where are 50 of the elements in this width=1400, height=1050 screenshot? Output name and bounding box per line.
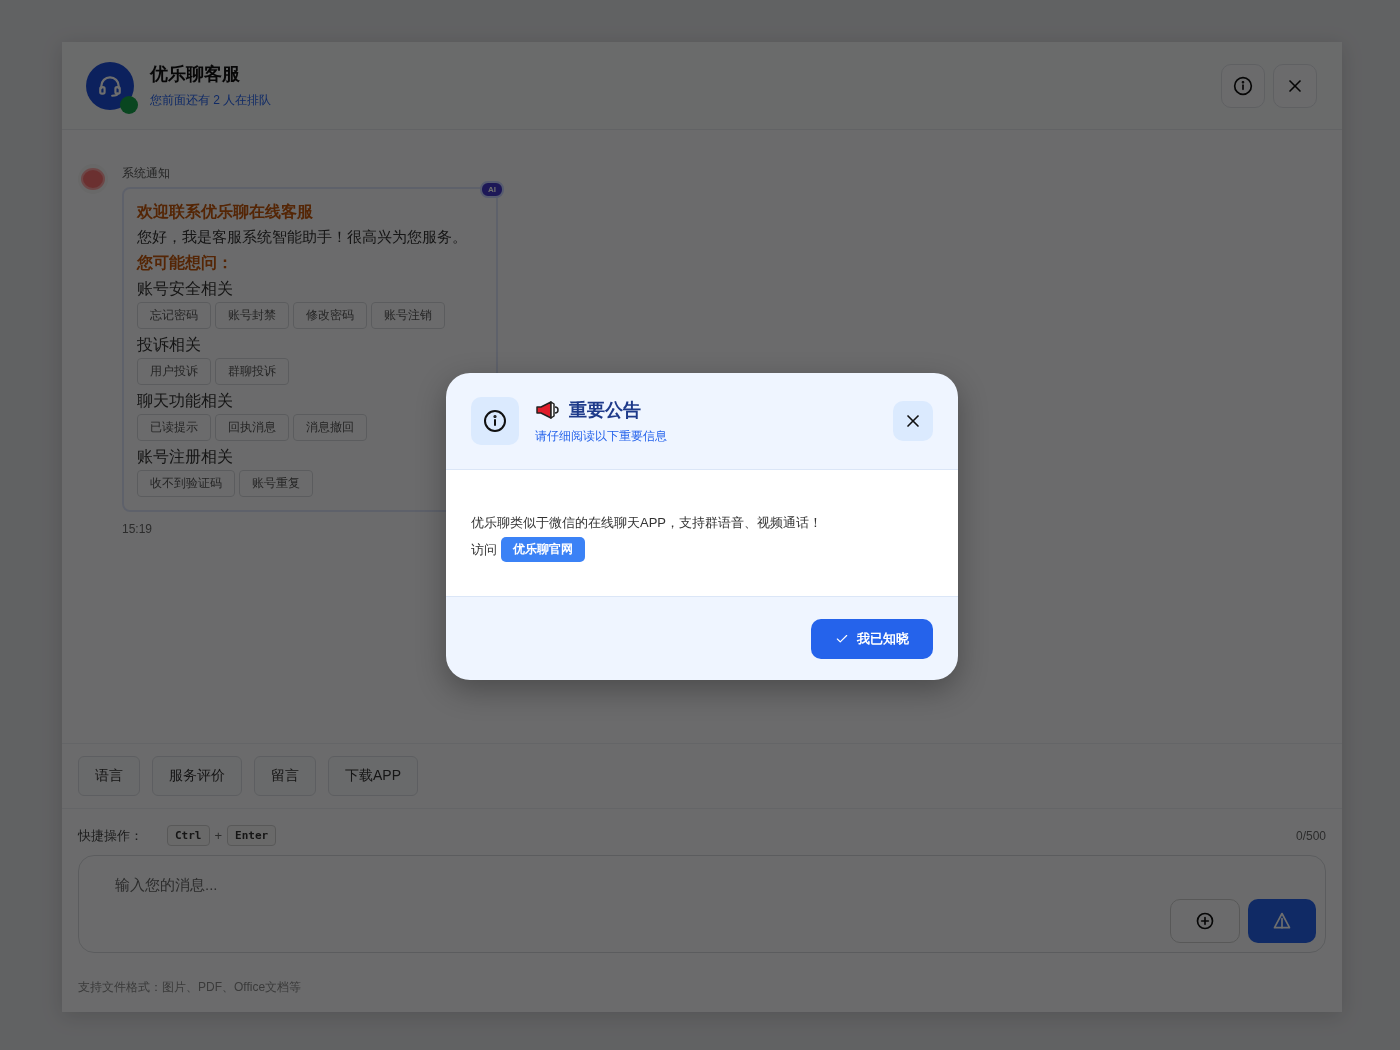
dialog-title: 重要公告 xyxy=(569,398,641,422)
suggestion-chip[interactable]: 修改密码 xyxy=(293,302,367,329)
topic-heading: 账号注册相关 xyxy=(137,447,234,467)
info-icon xyxy=(1233,75,1253,96)
suggestion-chip[interactable]: 消息撤回 xyxy=(293,414,367,441)
topic-heading: 账号安全相关 xyxy=(137,279,234,299)
visit-label: 访问 xyxy=(471,540,497,559)
info-icon xyxy=(483,409,507,433)
queue-status: 您前面还有 2 人在排队 xyxy=(150,92,273,109)
message-time: 15:19 xyxy=(122,522,153,536)
acknowledge-button[interactable]: 我已知晓 xyxy=(811,618,933,659)
close-button[interactable] xyxy=(893,401,933,441)
greeting-text: 您好，我是客服系统智能助手！很高兴为您服务。 xyxy=(137,227,468,247)
plus-sign: + xyxy=(214,828,223,843)
message-input[interactable]: 输入您的消息... xyxy=(78,855,1326,953)
suggestion-chip[interactable]: 账号重复 xyxy=(239,470,313,497)
suggestion-chip[interactable]: 收不到验证码 xyxy=(137,470,235,497)
suggestion-chip[interactable]: 群聊投诉 xyxy=(215,358,289,385)
suggestion-chip[interactable]: 已读提示 xyxy=(137,414,211,441)
megaphone-icon xyxy=(535,400,559,419)
ai-badge: AI xyxy=(480,181,504,198)
welcome-title: 欢迎联系优乐聊在线客服 xyxy=(137,202,314,222)
suggestion-heading: 您可能想问： xyxy=(137,253,234,273)
announcement-text: 优乐聊类似于微信的在线聊天APP，支持群语音、视频通话！ xyxy=(471,514,823,532)
topic-heading: 聊天功能相关 xyxy=(137,391,234,411)
send-button[interactable] xyxy=(1248,899,1316,943)
website-link[interactable]: 优乐聊官网 xyxy=(501,537,585,562)
app-title: 优乐聊客服 xyxy=(150,63,241,86)
suggestion-chip[interactable]: 用户投诉 xyxy=(137,358,211,385)
quick-action-button[interactable]: 下载APP xyxy=(328,756,418,796)
keyboard-key: Enter xyxy=(227,825,277,846)
quick-action-button[interactable]: 服务评价 xyxy=(152,756,242,796)
close-button[interactable] xyxy=(1273,63,1317,108)
character-counter: 0/500 xyxy=(1295,828,1326,843)
keyboard-key: Ctrl xyxy=(167,825,210,846)
suggestion-chip[interactable]: 回执消息 xyxy=(215,414,289,441)
sender-name: 系统通知 xyxy=(122,165,171,182)
plus-circle-icon xyxy=(1195,911,1215,931)
online-dot xyxy=(120,95,138,114)
quick-action-button[interactable]: 语言 xyxy=(78,756,140,796)
send-icon xyxy=(1272,911,1292,931)
topic-heading: 投诉相关 xyxy=(137,335,202,355)
suggestion-chip[interactable]: 账号注销 xyxy=(371,302,445,329)
suggestion-chip[interactable]: 账号封禁 xyxy=(215,302,289,329)
suggestion-chip[interactable]: 忘记密码 xyxy=(137,302,211,329)
quick-action-button[interactable]: 留言 xyxy=(254,756,316,796)
info-button[interactable] xyxy=(1221,63,1265,108)
dialog-subtitle: 请仔细阅读以下重要信息 xyxy=(535,427,668,445)
attach-button[interactable] xyxy=(1170,899,1240,943)
shortcut-label: 快捷操作： xyxy=(78,826,143,845)
